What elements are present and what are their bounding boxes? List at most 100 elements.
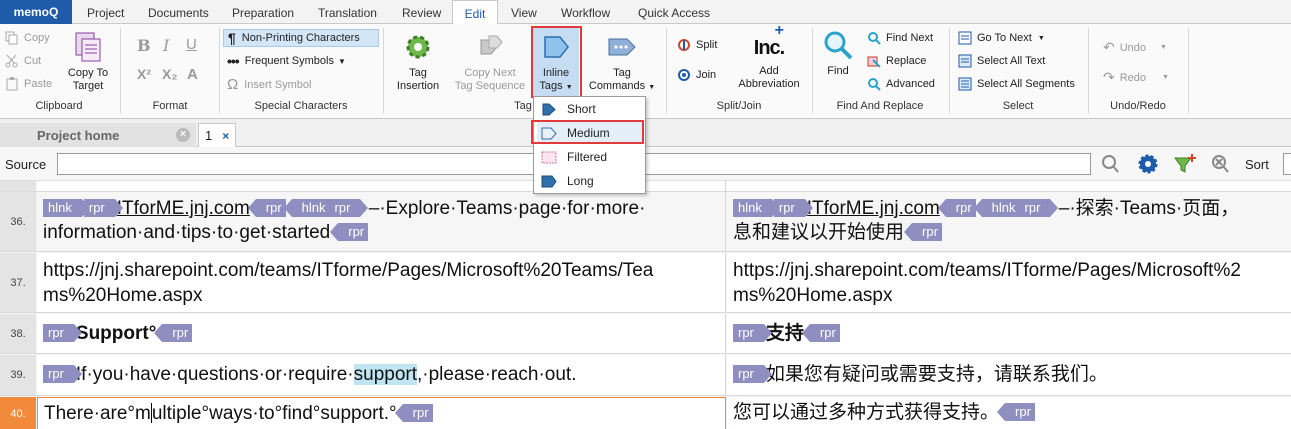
find-next-button[interactable]: Find Next xyxy=(867,31,933,45)
split-label: Split xyxy=(696,39,718,51)
replace-button[interactable]: Replace xyxy=(867,54,926,68)
document-tab-label: 1 xyxy=(205,128,213,143)
superscript-icon: X² xyxy=(137,66,151,82)
tag-commands-label-2: Commands ▼ xyxy=(588,80,656,92)
tab-project[interactable]: Project xyxy=(87,0,124,24)
source-cell[interactable]: hlnk rpr ITforME.jnj.com rpr hlnk rpr ·–·Explo… xyxy=(37,192,726,251)
group-label-special-characters: Special Characters xyxy=(254,100,348,112)
tab-view[interactable]: View xyxy=(511,0,537,24)
table-row-active: 40. There·are°multiple°ways·to°find°supp… xyxy=(0,397,1291,429)
redo-button[interactable]: ↷ Redo ▼ xyxy=(1103,69,1169,86)
tab-preparation[interactable]: Preparation xyxy=(232,0,294,24)
memoq-window: memoQ Project Documents Preparation Tran… xyxy=(0,0,1291,429)
tag-rpr-open: rpr xyxy=(83,199,123,217)
target-cell[interactable] xyxy=(727,181,1291,191)
inline-tags-highlight xyxy=(531,26,582,98)
tag-rpr-close: rpr xyxy=(247,199,286,217)
source-link-text: ITforME.jnj.com xyxy=(116,198,250,219)
join-button[interactable]: Join xyxy=(677,68,716,82)
add-filter-icon[interactable] xyxy=(1172,152,1198,176)
tab-quick-access[interactable]: Quick Access xyxy=(638,0,710,24)
target-text: 如果您有疑问或需要支持，请联系我们。 xyxy=(765,364,1108,385)
target-cell[interactable]: hlnk rpr ITforME.jnj.com rpr hlnk rpr ·–·探索·Te… xyxy=(727,192,1291,251)
copy-next-tag-sequence-button[interactable]: Copy Next Tag Sequence xyxy=(452,30,528,93)
tag-hlnk-open: hlnk xyxy=(43,199,90,217)
close-icon[interactable]: × xyxy=(222,129,229,143)
menu-item-long[interactable]: Long xyxy=(537,170,643,192)
target-text: https://jnj.sharepoint.com/teams/ITforme… xyxy=(733,260,1241,281)
tag-commands-label: Tag xyxy=(613,67,631,79)
go-to-next-button[interactable]: Go To Next ▼ xyxy=(958,31,1045,45)
bold-button[interactable]: B xyxy=(137,36,151,55)
close-icon[interactable]: × xyxy=(176,128,190,142)
filtered-tag-icon xyxy=(541,151,557,163)
project-home-label: Project home xyxy=(37,127,120,143)
frequent-symbols-button[interactable]: ••• Frequent Symbols ▼ xyxy=(227,53,346,69)
tab-workflow[interactable]: Workflow xyxy=(561,0,610,24)
add-abbreviation-button[interactable]: Inc. + Add Abbreviation xyxy=(734,22,804,91)
source-line: hlnk rpr ITforME.jnj.com rpr hlnk rpr ·–·Explo… xyxy=(43,197,719,221)
italic-button[interactable]: I xyxy=(163,36,169,55)
target-cell[interactable]: rpr 如果您有疑问或需要支持，请联系我们。 xyxy=(727,355,1291,395)
menu-item-filtered[interactable]: Filtered xyxy=(537,146,643,168)
superscript-button[interactable]: X² xyxy=(137,66,151,82)
tag-rpr-close: rpr xyxy=(394,404,433,422)
select-all-segments-button[interactable]: Select All Segments xyxy=(958,77,1075,91)
row-number: 37. xyxy=(0,253,36,312)
paste-icon xyxy=(6,77,18,91)
row-number xyxy=(0,181,36,191)
source-cell-active[interactable]: There·are°multiple°ways·to°find°support.… xyxy=(37,397,726,429)
split-button[interactable]: Split xyxy=(677,38,717,52)
copy-button[interactable]: Copy xyxy=(5,31,50,45)
source-cell[interactable]: rpr Support° rpr xyxy=(37,314,726,353)
group-label-split-join: Split/Join xyxy=(716,100,762,112)
copy-to-target-label: Copy To xyxy=(67,67,109,79)
source-text: Support° xyxy=(75,323,157,344)
tag-rpr-close: rpr xyxy=(997,403,1035,421)
paste-button[interactable]: Paste xyxy=(5,77,52,91)
copy-to-target-button[interactable]: Copy To Target xyxy=(62,30,114,93)
underline-button[interactable]: U xyxy=(186,36,197,53)
source-text: If·you·have·questions·or·require· xyxy=(75,364,354,385)
undo-button[interactable]: ↶ Undo ▼ xyxy=(1103,39,1167,56)
italic-icon: I xyxy=(163,36,170,55)
advanced-find-button[interactable]: Advanced xyxy=(867,77,935,91)
cut-button[interactable]: Cut xyxy=(5,54,41,68)
tag-insertion-button[interactable]: Tag Insertion xyxy=(392,30,444,93)
filter-search-icon[interactable] xyxy=(1099,153,1121,175)
tab-translation[interactable]: Translation xyxy=(318,0,377,24)
long-tag-icon xyxy=(541,175,557,187)
abbreviation-icon: Inc. + xyxy=(753,22,785,59)
tab-edit[interactable]: Edit xyxy=(452,0,498,25)
subscript-button[interactable]: X₂ xyxy=(162,66,178,82)
source-text: https://jnj.sharepoint.com/teams/ITforme… xyxy=(43,260,654,281)
sort-dropdown[interactable] xyxy=(1283,153,1291,175)
target-cell[interactable]: 您可以通过多种方式获得支持。 rpr xyxy=(727,397,1291,429)
select-all-text-button[interactable]: Select All Text xyxy=(958,54,1045,68)
tab-project-home[interactable]: Project home × xyxy=(0,123,196,147)
find-label: Find xyxy=(827,65,849,77)
gear-icon[interactable] xyxy=(1137,153,1159,175)
tag-commands-button[interactable]: Tag Commands ▼ xyxy=(586,30,658,94)
tab-documents[interactable]: Documents xyxy=(148,0,209,24)
source-cell[interactable]: rpr If·you·have·questions·or·require·supp… xyxy=(37,355,726,395)
app-menu-button[interactable]: memoQ xyxy=(0,0,72,24)
non-printing-characters-button[interactable]: ¶ Non-Printing Characters xyxy=(223,29,379,47)
font-size-button[interactable]: A xyxy=(187,66,198,83)
tag-rpr-open: rpr xyxy=(1019,199,1059,217)
target-text: ·–·探索·Teams·页面， xyxy=(1052,198,1240,219)
tab-review[interactable]: Review xyxy=(402,0,441,24)
find-button[interactable]: Find xyxy=(818,28,858,78)
target-cell[interactable]: https://jnj.sharepoint.com/teams/ITforme… xyxy=(727,253,1291,312)
tab-document-1[interactable]: 1 × xyxy=(198,123,236,147)
redo-label: Redo xyxy=(1119,71,1147,84)
clear-filter-icon[interactable] xyxy=(1209,153,1231,175)
insert-symbol-button[interactable]: Ω Insert Symbol xyxy=(227,76,311,93)
target-cell[interactable]: rpr 支持 rpr xyxy=(727,314,1291,353)
group-label-format: Format xyxy=(152,100,188,112)
replace-label: Replace xyxy=(886,55,927,67)
bold-icon: B xyxy=(137,36,151,55)
source-cell[interactable]: https://jnj.sharepoint.com/teams/ITforme… xyxy=(37,253,726,312)
sort-label[interactable]: Sort xyxy=(1245,157,1269,172)
menu-item-short[interactable]: Short xyxy=(537,98,643,120)
